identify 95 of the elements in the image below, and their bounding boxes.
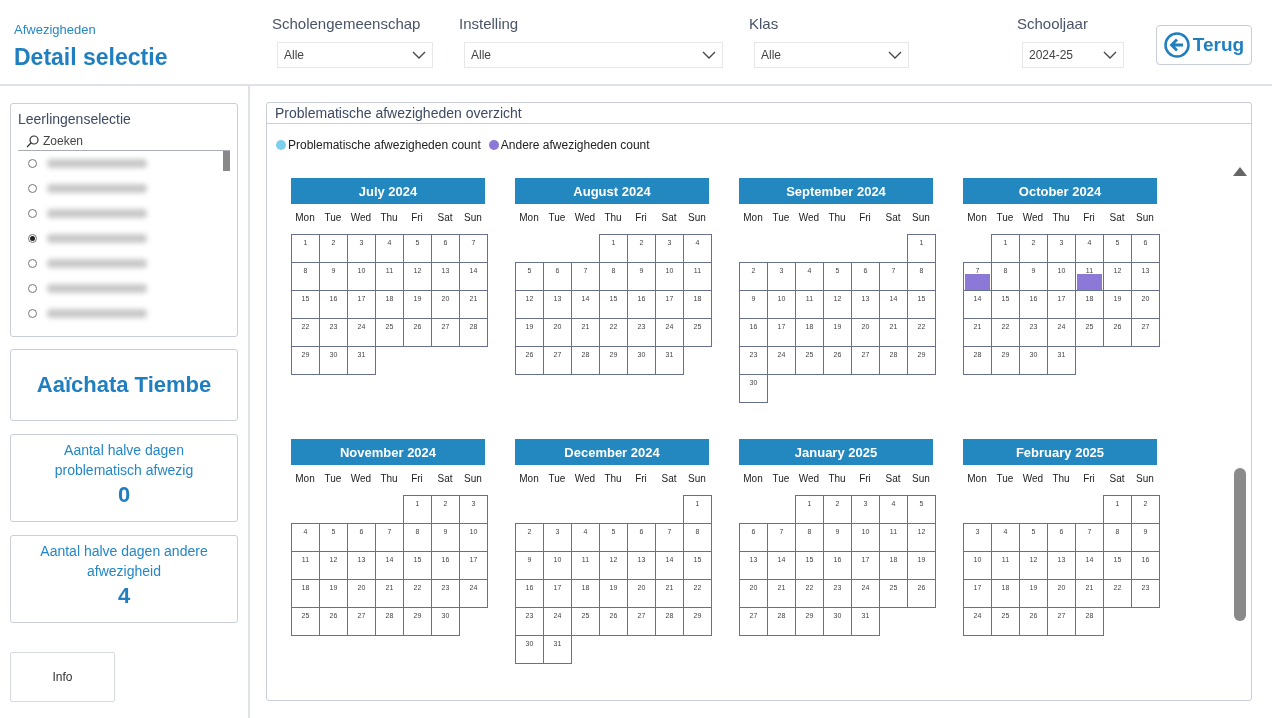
weekday-label: Sun (911, 472, 931, 484)
weekday-label: Sat (436, 211, 454, 223)
weekday-label: Sat (884, 211, 902, 223)
month-title: September 2024 (739, 178, 933, 204)
weekday-label: Fri (1082, 472, 1096, 484)
chevron-down-icon (1103, 51, 1117, 59)
weekday-label: Wed (349, 472, 373, 484)
radio-button[interactable] (28, 234, 37, 243)
month-title: July 2024 (291, 178, 485, 204)
weekday-label: Sun (463, 211, 483, 223)
weekday-label: Wed (797, 211, 821, 223)
weekday-label: Fri (1082, 211, 1096, 223)
weekday-label: Mon (294, 472, 316, 484)
legend-label: Problematische afwezigheden count (288, 138, 481, 152)
weekday-label: Sat (884, 472, 902, 484)
weekday-label: Fri (858, 211, 872, 223)
page-title: Detail selectie (14, 44, 168, 71)
kpi-value: 4 (117, 583, 131, 609)
filter-label: Schooljaar (1017, 15, 1088, 32)
kpi-value: 0 (117, 482, 131, 508)
scrollbar-thumb[interactable] (1234, 468, 1246, 621)
weekday-label: Fri (858, 472, 872, 484)
weekday-label: Wed (1021, 211, 1045, 223)
weekday-label: Sun (687, 211, 707, 223)
info-button[interactable]: Info (10, 652, 115, 702)
weekday-label: Thu (603, 472, 623, 484)
weekday-label: Thu (1051, 211, 1071, 223)
weekday-label: Tue (323, 211, 343, 223)
weekday-label: Thu (827, 472, 847, 484)
weekday-label: Sun (911, 211, 931, 223)
weekday-label: Mon (742, 472, 764, 484)
weekday-label: Tue (547, 472, 567, 484)
weekday-label: Thu (603, 211, 623, 223)
weekday-label: Sat (660, 472, 678, 484)
weekday-label: Tue (547, 211, 567, 223)
back-button[interactable]: Terug (1156, 25, 1252, 65)
filter-dropdown[interactable]: Alle (464, 42, 723, 68)
weekday-label: Mon (966, 472, 988, 484)
month-title: January 2025 (739, 439, 933, 465)
weekday-label: Thu (379, 472, 399, 484)
chevron-down-icon (702, 51, 716, 59)
weekday-label: Tue (771, 211, 791, 223)
filter-label: Instelling (459, 15, 519, 32)
weekday-label: Mon (518, 472, 540, 484)
kpi-label: Aantal halve dagen andere afwezigheid (39, 542, 209, 581)
weekday-label: Fri (410, 472, 424, 484)
weekday-label: Mon (294, 211, 316, 223)
weekday-label: Wed (797, 472, 821, 484)
weekday-label: Sat (1108, 472, 1126, 484)
month-title: November 2024 (291, 439, 485, 465)
weekday-label: Fri (634, 472, 648, 484)
weekday-label: Thu (1051, 472, 1071, 484)
student-name: Aaïchata Tiembe (36, 372, 212, 398)
kpi-label: Aantal halve dagen problematisch afwezig (53, 441, 195, 480)
weekday-label: Mon (518, 211, 540, 223)
arrow-left-icon (1163, 32, 1190, 58)
weekday-label: Sat (660, 211, 678, 223)
weekday-label: Mon (966, 211, 988, 223)
month-title: August 2024 (515, 178, 709, 204)
weekday-label: Sat (1108, 211, 1126, 223)
weekday-label: Tue (771, 472, 791, 484)
weekday-label: Thu (379, 211, 399, 223)
filter-label: Scholengemeenschap (272, 15, 421, 32)
weekday-label: Tue (995, 211, 1015, 223)
chevron-down-icon (412, 51, 426, 59)
weekday-label: Fri (634, 211, 648, 223)
filter-dropdown[interactable]: Alle (277, 42, 433, 68)
chevron-down-icon (888, 51, 902, 59)
month-title: February 2025 (963, 439, 1157, 465)
scrollbar-thumb[interactable] (223, 151, 230, 171)
weekday-label: Fri (410, 211, 424, 223)
weekday-label: Thu (827, 211, 847, 223)
weekday-label: Sun (1135, 472, 1155, 484)
weekday-label: Wed (573, 472, 597, 484)
weekday-label: Mon (742, 211, 764, 223)
legend-label: Andere afwezigheden count (500, 138, 650, 152)
panel-title: Problematische afwezigheden overzicht (275, 105, 522, 121)
weekday-label: Wed (1021, 472, 1045, 484)
search-icon (26, 134, 39, 148)
filter-dropdown[interactable]: Alle (754, 42, 909, 68)
weekday-label: Wed (573, 211, 597, 223)
weekday-label: Tue (323, 472, 343, 484)
weekday-label: Sun (1135, 211, 1155, 223)
weekday-label: Tue (995, 472, 1015, 484)
month-title: October 2024 (963, 178, 1157, 204)
scroll-up-icon[interactable] (1233, 167, 1247, 176)
weekday-label: Sun (687, 472, 707, 484)
page-subtitle: Afwezigheden (14, 22, 96, 37)
list-title: Leerlingenselectie (18, 111, 131, 127)
filter-label: Klas (749, 15, 779, 32)
filter-dropdown[interactable]: 2024-25 (1022, 42, 1124, 68)
weekday-label: Wed (349, 211, 373, 223)
month-title: December 2024 (515, 439, 709, 465)
weekday-label: Sat (436, 472, 454, 484)
weekday-label: Sun (463, 472, 483, 484)
